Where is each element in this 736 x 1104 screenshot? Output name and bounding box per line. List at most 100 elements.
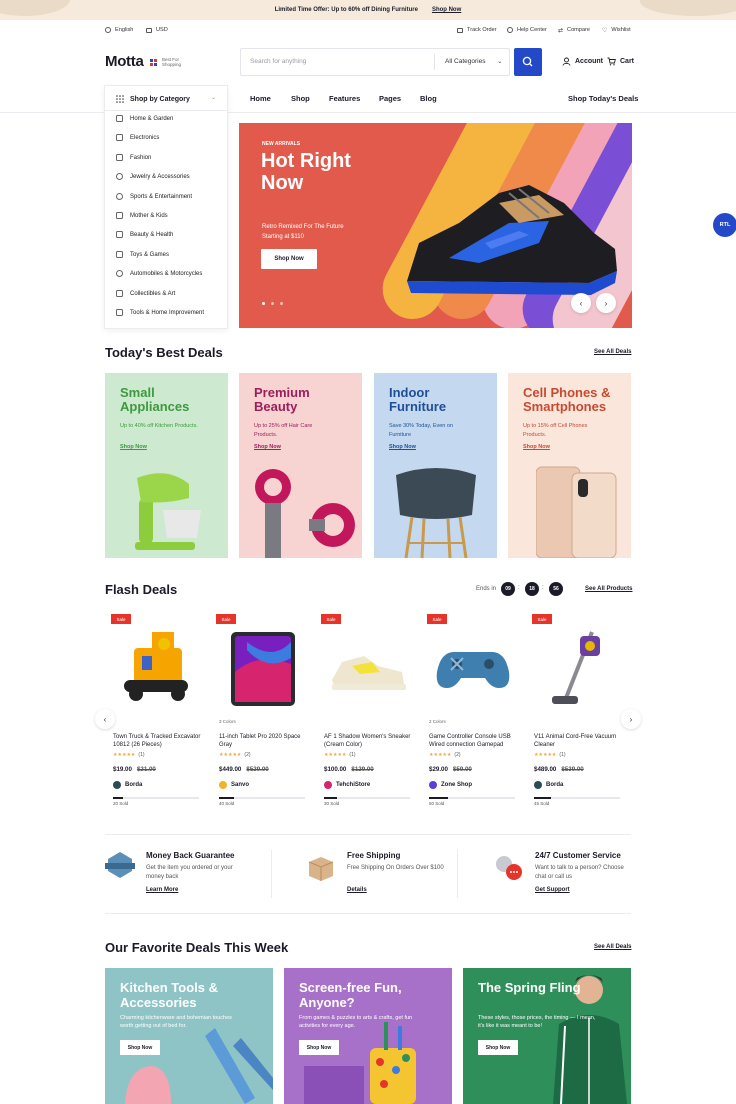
favorite-card-shop-button[interactable]: Shop Now bbox=[299, 1040, 339, 1055]
flash-see-all-link[interactable]: See All Products bbox=[585, 586, 632, 592]
wishlist-link[interactable]: ♡ Wishlist bbox=[602, 22, 631, 38]
language-selector[interactable]: English bbox=[105, 22, 133, 38]
category-label: Beauty & Health bbox=[130, 231, 174, 238]
hero-next-button[interactable]: › bbox=[596, 293, 616, 313]
category-select[interactable]: All Categories ⌄ bbox=[445, 58, 502, 65]
rtl-toggle-button[interactable]: RTL bbox=[713, 213, 736, 237]
category-item-jewelry[interactable]: Jewelry & Accessories bbox=[116, 173, 190, 180]
category-item-toys-games[interactable]: Toys & Games bbox=[116, 251, 169, 258]
track-order-link[interactable]: Track Order bbox=[457, 22, 497, 38]
price-old: $539.00 bbox=[561, 766, 584, 773]
product-name[interactable]: 11-inch Tablet Pro 2020 Space Gray bbox=[219, 733, 309, 749]
product-rating: ★★★★★ (1) bbox=[324, 752, 356, 758]
favorite-card-kitchen[interactable]: Kitchen Tools & Accessories Charming kit… bbox=[105, 968, 273, 1104]
language-label: English bbox=[115, 27, 134, 33]
carousel-dot-active[interactable] bbox=[262, 302, 265, 305]
deal-card-link[interactable]: Shop Now bbox=[523, 444, 550, 450]
nav-blog[interactable]: Blog bbox=[420, 94, 437, 103]
globe-icon bbox=[105, 27, 111, 33]
deal-card-link[interactable]: Shop Now bbox=[254, 444, 281, 450]
currency-selector[interactable]: USD bbox=[146, 22, 168, 38]
learn-more-link[interactable]: Learn More bbox=[146, 887, 178, 893]
carousel-dot[interactable] bbox=[271, 302, 274, 305]
category-item-collectibles[interactable]: Collectibles & Art bbox=[116, 290, 175, 297]
chevron-left-icon: ‹ bbox=[103, 714, 107, 724]
sale-badge: Sale bbox=[321, 614, 341, 624]
hero-shop-now-button[interactable]: Shop Now bbox=[261, 249, 317, 269]
get-support-link[interactable]: Get Support bbox=[535, 887, 570, 893]
box-icon bbox=[457, 27, 463, 33]
deal-card-link[interactable]: Shop Now bbox=[120, 444, 147, 450]
shop-by-category-button[interactable]: Shop by Category bbox=[116, 95, 190, 103]
steering-wheel-icon bbox=[116, 270, 123, 277]
nav-shop[interactable]: Shop bbox=[291, 94, 310, 103]
price-old: $59.00 bbox=[452, 766, 472, 773]
money-icon bbox=[146, 27, 152, 33]
favorite-card-desc: These styles, those prices, the timing —… bbox=[478, 1015, 596, 1029]
carousel-dot[interactable] bbox=[280, 302, 283, 305]
nav-todays-deals[interactable]: Shop Today's Deals bbox=[568, 94, 638, 103]
store-link[interactable]: Borda bbox=[534, 781, 563, 789]
category-item-automobiles[interactable]: Automobiles & Motorcycles bbox=[116, 270, 202, 277]
shop-by-category-label: Shop by Category bbox=[130, 95, 190, 103]
heart-icon: ♡ bbox=[602, 27, 608, 34]
favorite-card-spring-fling[interactable]: The Spring Fling These styles, those pri… bbox=[463, 968, 631, 1104]
store-link[interactable]: TehchiStore bbox=[324, 781, 370, 789]
compare-link[interactable]: ⇄ Compare bbox=[558, 22, 590, 38]
chevron-down-icon: ⌄ bbox=[211, 95, 217, 101]
product-name[interactable]: Town Truck & Tracked Excavator 10812 (26… bbox=[113, 733, 203, 749]
best-deals-see-all-link[interactable]: See All Deals bbox=[594, 349, 631, 355]
vacuum-cleaner-image bbox=[552, 631, 600, 704]
account-label: Account bbox=[575, 58, 603, 65]
promo-shop-now-link[interactable]: Shop Now bbox=[432, 7, 461, 13]
deal-card-small-appliances[interactable]: Small Appliances Up to 40% off Kitchen P… bbox=[105, 373, 228, 558]
service-title: 24/7 Customer Service bbox=[535, 851, 621, 860]
service-divider bbox=[271, 850, 272, 898]
search-input[interactable]: Search for anything bbox=[250, 58, 306, 65]
nav-home[interactable]: Home bbox=[250, 94, 271, 103]
deal-card-premium-beauty[interactable]: Premium Beauty Up to 25% off Hair Care P… bbox=[239, 373, 362, 558]
logo[interactable]: Motta bbox=[105, 53, 144, 70]
deal-card-cell-phones[interactable]: Cell Phones & Smartphones Up to 15% off … bbox=[508, 373, 631, 558]
store-link[interactable]: Sanvo bbox=[219, 781, 249, 789]
hero-prev-button[interactable]: ‹ bbox=[571, 293, 591, 313]
store-name: Borda bbox=[125, 782, 143, 788]
favorite-card-shop-button[interactable]: Shop Now bbox=[478, 1040, 518, 1055]
category-item-sports[interactable]: Sports & Entertainment bbox=[116, 193, 192, 200]
product-name[interactable]: AF 1 Shadow Women's Sneaker (Cream Color… bbox=[324, 733, 414, 749]
search-button[interactable] bbox=[514, 48, 542, 76]
cart-link[interactable]: Cart bbox=[607, 57, 634, 66]
category-item-fashion[interactable]: Fashion bbox=[116, 154, 151, 161]
search-divider bbox=[434, 54, 435, 70]
deal-card-indoor-furniture[interactable]: Indoor Furniture Save 30% Today, Even on… bbox=[374, 373, 497, 558]
category-item-mother-kids[interactable]: Mother & Kids bbox=[116, 212, 168, 219]
category-item-tools[interactable]: Tools & Home Improvement bbox=[116, 309, 204, 316]
service-title: Free Shipping bbox=[347, 851, 401, 860]
product-name[interactable]: V11 Animal Cord-Free Vacuum Cleaner bbox=[534, 733, 624, 749]
store-link[interactable]: Zone Shop bbox=[429, 781, 472, 789]
sold-progress-fill bbox=[219, 797, 235, 799]
price-old: $529.00 bbox=[246, 766, 269, 773]
deal-card-link[interactable]: Shop Now bbox=[389, 444, 416, 450]
help-center-link[interactable]: Help Center bbox=[507, 22, 547, 38]
nav-features[interactable]: Features bbox=[329, 94, 360, 103]
category-item-beauty-health[interactable]: Beauty & Health bbox=[116, 231, 173, 238]
star-icons: ★★★★★ bbox=[534, 752, 557, 758]
category-label: Toys & Games bbox=[130, 251, 170, 258]
hammer-icon bbox=[116, 309, 123, 316]
account-link[interactable]: Account bbox=[562, 57, 603, 66]
flash-next-button[interactable]: › bbox=[621, 709, 641, 729]
nav-pages[interactable]: Pages bbox=[379, 94, 401, 103]
product-name[interactable]: Game Controller Console USB Wired connec… bbox=[429, 733, 519, 749]
stroller-icon bbox=[116, 212, 123, 219]
favorite-card-shop-button[interactable]: Shop Now bbox=[120, 1040, 160, 1055]
favorite-card-screen-free[interactable]: Screen-free Fun, Anyone? From games & pu… bbox=[284, 968, 452, 1104]
store-link[interactable]: Borda bbox=[113, 781, 142, 789]
category-item-home-garden[interactable]: Home & Garden bbox=[116, 115, 173, 122]
review-count: (1) bbox=[349, 752, 356, 758]
hero-title: Hot Right Now bbox=[261, 150, 351, 194]
shipping-details-link[interactable]: Details bbox=[347, 887, 367, 893]
sale-badge: Sale bbox=[427, 614, 447, 624]
category-item-electronics[interactable]: Electronics bbox=[116, 134, 159, 141]
favorite-deals-see-all-link[interactable]: See All Deals bbox=[594, 944, 631, 950]
